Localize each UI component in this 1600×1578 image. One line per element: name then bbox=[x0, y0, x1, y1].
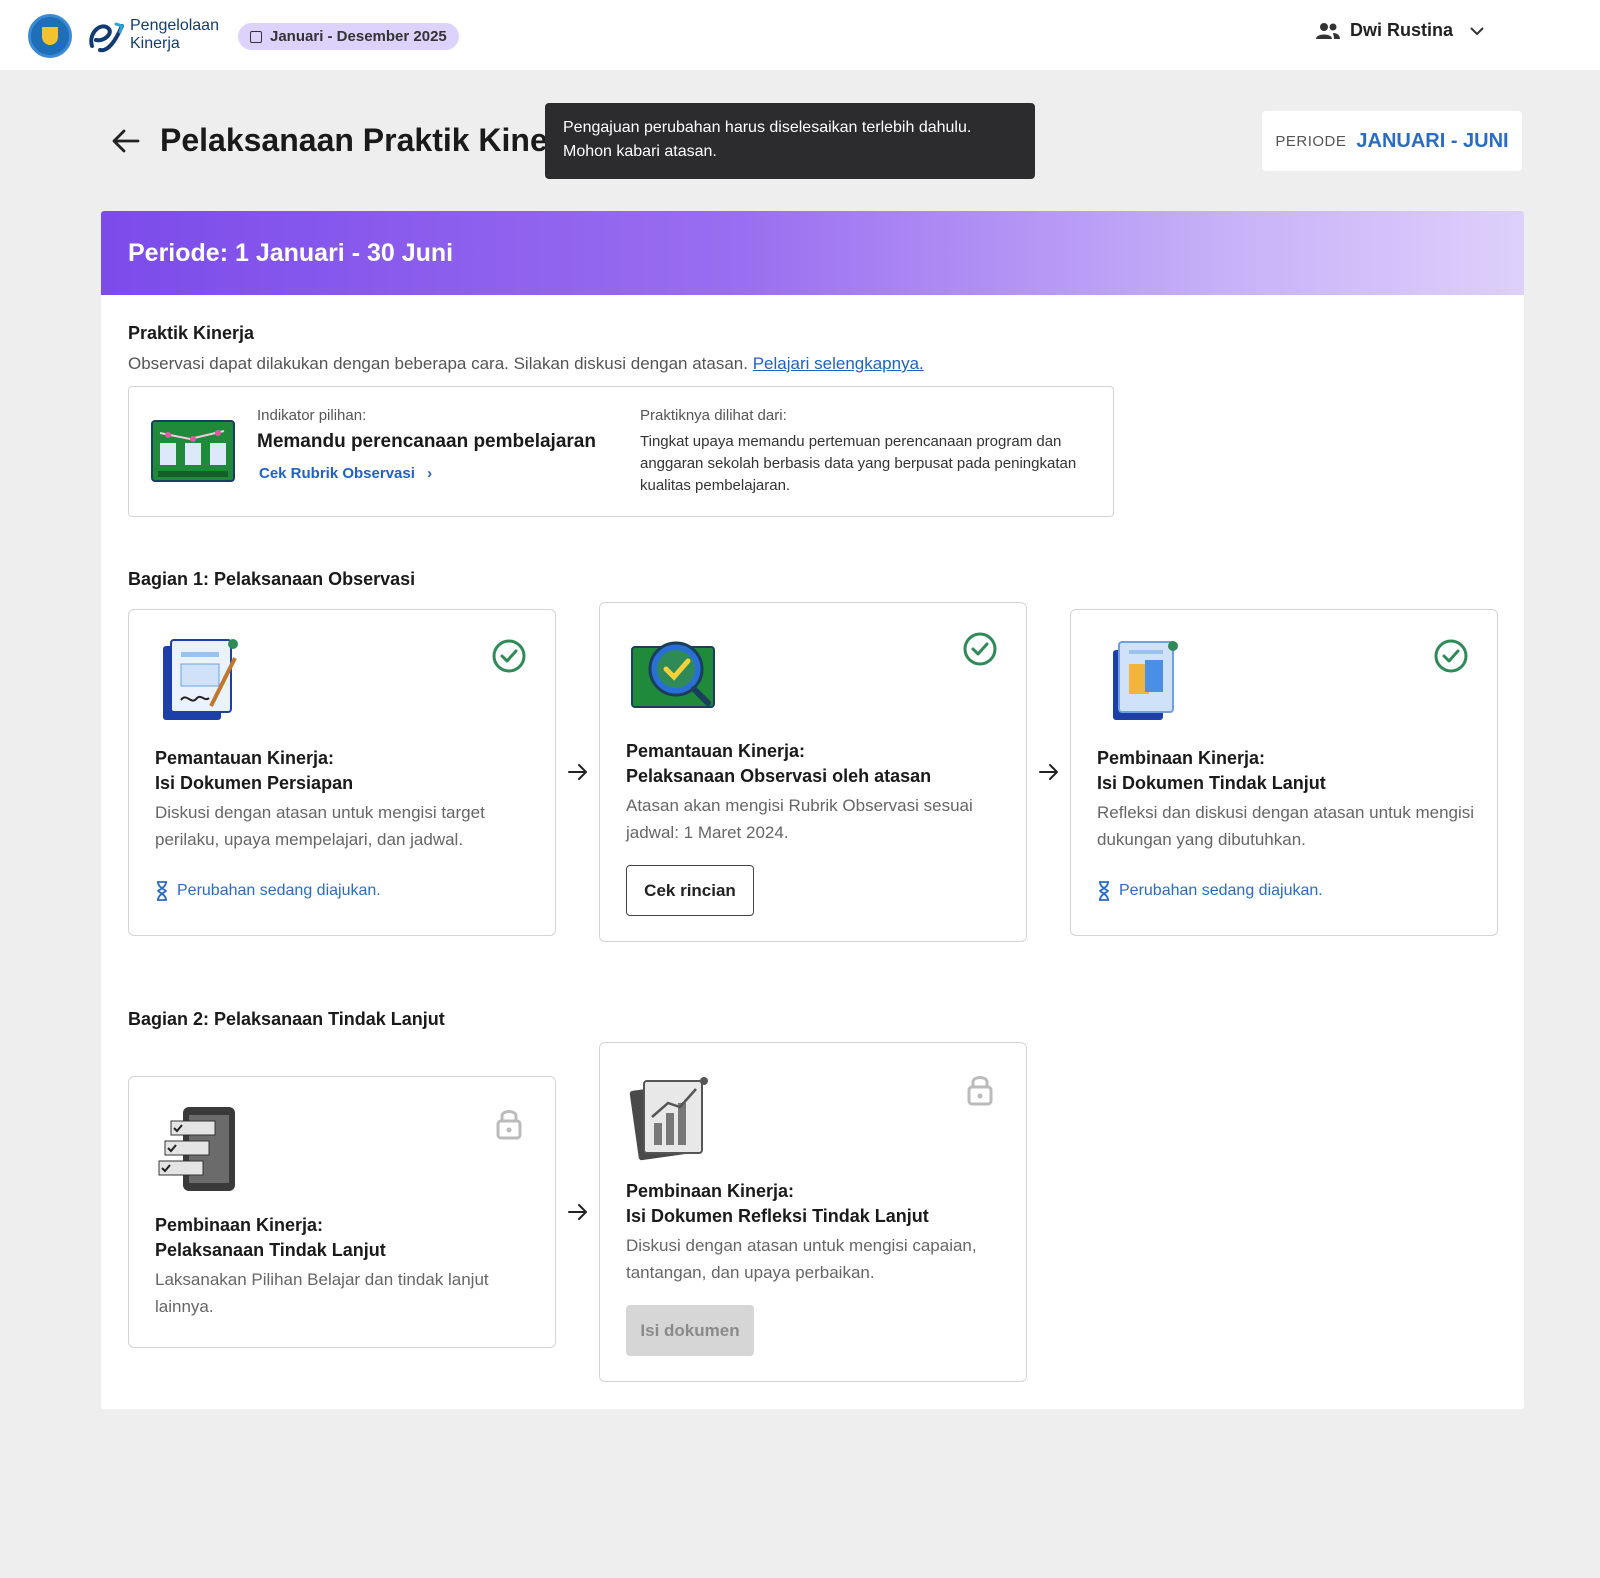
user-name: Dwi Rustina bbox=[1350, 20, 1454, 40]
step-card-dokumen-tindak-lanjut[interactable]: Pembinaan Kinerja: Isi Dokumen Tindak La… bbox=[1070, 609, 1498, 936]
year-range-label: Januari - Desember 2025 bbox=[270, 28, 447, 45]
check-circle-icon bbox=[963, 632, 997, 666]
seen-from-description: Tingkat upaya memandu pertemuan perencan… bbox=[640, 433, 1077, 494]
step-title: Pembinaan Kinerja: Pelaksanaan Tindak La… bbox=[155, 1215, 386, 1260]
year-range-chip[interactable]: Januari - Desember 2025 bbox=[238, 23, 459, 50]
page-title: Pelaksanaan Praktik Kiner bbox=[160, 122, 561, 158]
learn-more-link[interactable]: Pelajari selengkapnya. bbox=[753, 354, 924, 373]
ministry-emblem-icon bbox=[28, 14, 72, 58]
step-description: Diskusi dengan atasan untuk mengisi capa… bbox=[626, 1236, 977, 1282]
back-arrow-icon[interactable] bbox=[110, 125, 142, 157]
app-name: Pengelolaan Kinerja bbox=[130, 17, 219, 52]
banner-title: Periode: 1 Januari - 30 Juni bbox=[128, 238, 454, 267]
top-bar: Pengelolaan Kinerja Januari - Desember 2… bbox=[0, 0, 1600, 70]
planning-board-icon bbox=[151, 420, 235, 482]
step-title: Pembinaan Kinerja: Isi Dokumen Tindak La… bbox=[1097, 748, 1326, 793]
check-circle-icon bbox=[1434, 639, 1468, 673]
document-faces-icon bbox=[1113, 641, 1178, 720]
isi-dokumen-button[interactable]: Isi dokumen bbox=[626, 1305, 754, 1356]
step-card-observasi-atasan[interactable]: Pemantauan Kinerja: Pelaksanaan Observas… bbox=[599, 602, 1027, 942]
step-description: Refleksi dan diskusi dengan atasan untuk… bbox=[1097, 803, 1475, 849]
indicator-title: Memandu perencanaan pembelajaran bbox=[257, 431, 596, 452]
pending-change-link[interactable]: Perubahan sedang diajukan. bbox=[1097, 881, 1323, 901]
rubric-link[interactable]: Cek Rubrik Observasi › bbox=[259, 465, 432, 482]
hourglass-icon bbox=[157, 881, 167, 901]
report-chart-icon bbox=[629, 1077, 708, 1161]
step-title: Pemantauan Kinerja: Pelaksanaan Observas… bbox=[626, 741, 932, 786]
chevron-down-icon bbox=[1470, 26, 1484, 35]
page-header: Pelaksanaan Praktik Kiner bbox=[110, 122, 560, 159]
praktik-heading: Praktik Kinerja bbox=[128, 323, 255, 343]
chevron-right-icon: › bbox=[427, 465, 433, 482]
step-description: Laksanakan Pilihan Belajar dan tindak la… bbox=[155, 1270, 489, 1316]
app-logo-icon[interactable] bbox=[86, 16, 126, 56]
document-sign-icon bbox=[163, 639, 238, 720]
cek-rincian-button[interactable]: Cek rincian bbox=[626, 865, 754, 916]
section2-heading: Bagian 2: Pelaksanaan Tindak Lanjut bbox=[128, 1009, 445, 1029]
main-card: Periode: 1 Januari - 30 Juni Praktik Kin… bbox=[101, 211, 1524, 1409]
lock-icon bbox=[967, 1076, 993, 1106]
step-description: Diskusi dengan atasan untuk mengisi targ… bbox=[155, 803, 485, 849]
praktik-description: Observasi dapat dilakukan dengan beberap… bbox=[128, 354, 924, 373]
periode-value: JANUARI - JUNI bbox=[1356, 129, 1509, 152]
check-circle-icon bbox=[492, 639, 526, 673]
user-menu[interactable]: Dwi Rustina bbox=[1316, 20, 1495, 41]
tooltip: Pengajuan perubahan harus diselesaikan t… bbox=[545, 103, 1035, 179]
periode-label: PERIODE bbox=[1275, 132, 1347, 150]
step-card-refleksi-tindak-lanjut[interactable]: Pembinaan Kinerja: Isi Dokumen Refleksi … bbox=[599, 1042, 1027, 1382]
step-title: Pembinaan Kinerja: Isi Dokumen Refleksi … bbox=[626, 1181, 929, 1226]
step-card-pelaksanaan-tindak-lanjut[interactable]: Pembinaan Kinerja: Pelaksanaan Tindak La… bbox=[128, 1076, 556, 1348]
section1-heading: Bagian 1: Pelaksanaan Observasi bbox=[128, 569, 416, 589]
hourglass-icon bbox=[1099, 881, 1109, 901]
magnifier-check-icon bbox=[631, 641, 715, 708]
pending-change-link[interactable]: Perubahan sedang diajukan. bbox=[155, 881, 381, 901]
indicator-box: Indikator pilihan: Memandu perencanaan p… bbox=[128, 386, 1114, 517]
calendar-icon bbox=[250, 30, 262, 43]
lock-icon bbox=[496, 1110, 522, 1140]
users-icon bbox=[1316, 22, 1340, 39]
step-description: Atasan akan mengisi Rubrik Observasi ses… bbox=[626, 796, 973, 842]
seen-from-label: Praktiknya dilihat dari: bbox=[640, 407, 787, 424]
indicator-label: Indikator pilihan: bbox=[257, 407, 367, 424]
arrow-right-icon bbox=[568, 764, 587, 780]
periode-selector[interactable]: PERIODE JANUARI - JUNI bbox=[1262, 111, 1522, 171]
step-title: Pemantauan Kinerja: Isi Dokumen Persiapa… bbox=[155, 748, 354, 793]
checklist-phone-icon bbox=[158, 1107, 235, 1191]
period-banner: Periode: 1 Januari - 30 Juni bbox=[101, 211, 1524, 295]
step-card-dokumen-persiapan[interactable]: Pemantauan Kinerja: Isi Dokumen Persiapa… bbox=[128, 609, 556, 936]
arrow-right-icon bbox=[1039, 764, 1058, 780]
arrow-right-icon bbox=[568, 1204, 587, 1220]
